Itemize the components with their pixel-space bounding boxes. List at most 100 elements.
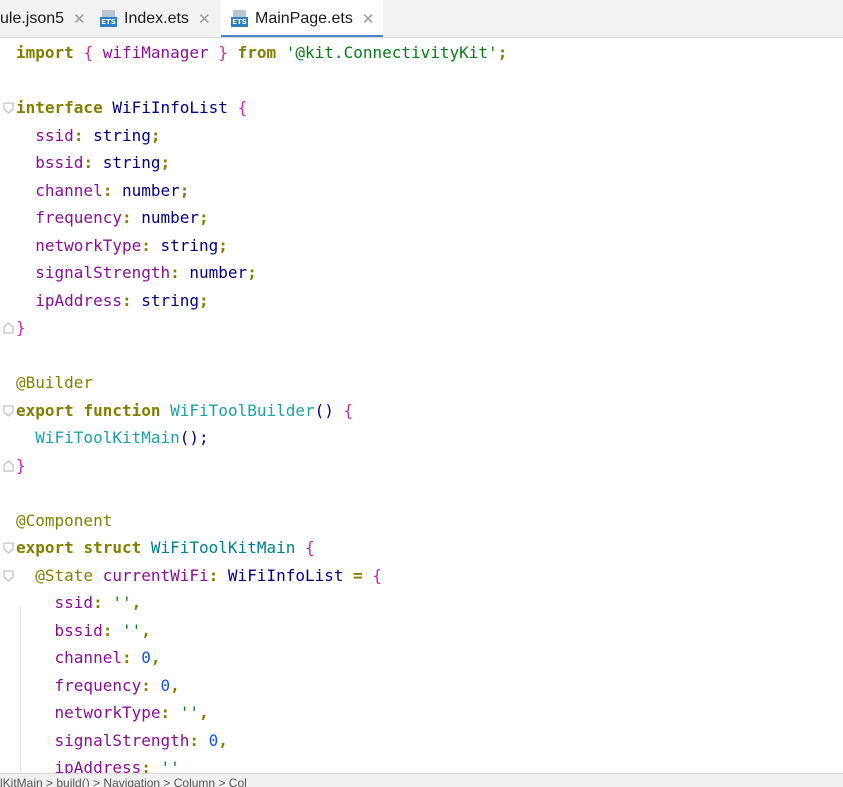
fold-close-icon[interactable]	[3, 459, 14, 472]
fold-open-icon[interactable]	[3, 542, 14, 554]
code-token: {	[83, 43, 94, 62]
code-token: currentWiFi	[93, 565, 209, 585]
tab-label: MainPage.ets	[255, 9, 353, 27]
code-line[interactable]: bssid: '',	[16, 617, 151, 644]
tab-module-json5[interactable]: ule.json5 ✕	[0, 0, 88, 37]
code-line[interactable]: interface WiFiInfoList {	[16, 94, 247, 121]
code-token: :	[170, 263, 190, 282]
code-line[interactable]: channel: number;	[16, 177, 189, 204]
code-token: ,	[141, 620, 151, 640]
code-token: :	[160, 703, 180, 722]
tab-mainpage-ets[interactable]: ETS MainPage.ets ✕	[221, 0, 383, 37]
code-token: string	[160, 235, 219, 255]
fold-close-icon[interactable]	[3, 322, 14, 334]
code-token: string	[141, 290, 200, 310]
code-token: struct	[83, 538, 142, 557]
code-line[interactable]: ssid: string;	[16, 122, 161, 149]
code-token: :	[141, 758, 161, 773]
breadcrumb[interactable]: lKitMain > build() > Navigation > Column…	[0, 776, 247, 787]
fold-open-icon[interactable]	[3, 102, 14, 114]
code-token: }	[218, 43, 228, 62]
code-token: ipAddress	[16, 290, 122, 310]
code-token: ''	[112, 593, 132, 612]
ets-file-icon: ETS	[231, 10, 248, 27]
code-token: ;	[497, 43, 508, 62]
code-token: :	[141, 235, 161, 255]
tab-index-ets[interactable]: ETS Index.ets ✕	[100, 0, 218, 37]
code-token: function	[83, 400, 161, 420]
code-token: =	[343, 565, 373, 585]
code-token: ,	[170, 675, 180, 695]
code-token: number	[121, 180, 180, 200]
code-token: :	[141, 675, 161, 695]
code-token: ;	[150, 125, 161, 145]
code-token: :	[121, 208, 142, 227]
code-line[interactable]: }	[16, 314, 26, 341]
code-token: ''	[160, 758, 180, 773]
code-token: bssid	[16, 153, 84, 172]
code-token: interface	[16, 98, 103, 117]
code-line[interactable]: @Component	[16, 507, 112, 534]
code-line[interactable]: export struct WiFiToolKitMain {	[16, 534, 315, 561]
code-token: export	[16, 400, 74, 420]
code-line[interactable]: networkType: '',	[16, 699, 209, 726]
close-icon[interactable]: ✕	[198, 10, 211, 28]
code-token: 0	[141, 648, 151, 667]
code-token: WiFiInfoList	[102, 98, 238, 117]
code-token: ;	[179, 180, 190, 200]
code-line[interactable]: bssid: string;	[16, 149, 170, 176]
code-token: ()	[314, 400, 344, 420]
code-token: ssid	[16, 125, 74, 145]
code-token: 0	[208, 730, 219, 750]
code-token: @Component	[16, 510, 113, 530]
code-token: }	[16, 455, 26, 475]
code-token: number	[189, 263, 248, 282]
code-token: ,	[131, 593, 142, 612]
code-line[interactable]: frequency: 0,	[16, 672, 180, 699]
code-line[interactable]: @Builder	[16, 369, 93, 396]
code-line[interactable]: import { wifiManager } from '@kit.Connec…	[16, 39, 507, 66]
code-editor[interactable]: import { wifiManager } from '@kit.Connec…	[0, 38, 843, 773]
code-line[interactable]: ssid: '',	[16, 589, 142, 616]
close-icon[interactable]: ✕	[73, 10, 86, 28]
code-token: string	[102, 153, 161, 172]
code-token: :	[121, 290, 142, 310]
code-token: number	[141, 208, 200, 227]
code-line[interactable]: export function WiFiToolBuilder() {	[16, 397, 353, 424]
code-token: frequency	[16, 208, 122, 227]
code-token: ,	[150, 648, 161, 667]
code-token: :	[102, 180, 122, 200]
code-token: ();	[179, 428, 209, 447]
code-token: WiFiToolKitMain	[141, 538, 305, 557]
code-token: bssid	[16, 620, 103, 640]
code-line[interactable]: channel: 0,	[16, 644, 161, 671]
code-token: ,	[199, 703, 209, 722]
code-line[interactable]: }	[16, 452, 26, 479]
code-token: ssid	[16, 593, 94, 612]
code-line[interactable]: ipAddress: string;	[16, 287, 209, 314]
code-line[interactable]: signalStrength: 0,	[16, 727, 228, 754]
code-token: ;	[199, 290, 209, 310]
code-line[interactable]: ipAddress: ''	[16, 754, 180, 773]
code-line[interactable]: networkType: string;	[16, 232, 228, 259]
tab-label: ule.json5	[0, 9, 65, 27]
code-line[interactable]: frequency: number;	[16, 204, 208, 231]
code-token: channel	[16, 648, 122, 667]
fold-open-icon[interactable]	[3, 570, 14, 582]
code-line[interactable]: WiFiToolKitMain();	[16, 424, 209, 451]
code-token: ;	[160, 153, 171, 172]
editor-tab-bar: ule.json5 ✕ ETS Index.ets ✕ ETS MainPage…	[0, 0, 843, 38]
code-token: :	[73, 125, 94, 145]
code-line[interactable]: signalStrength: number;	[16, 259, 257, 286]
code-token: WiFiInfoList	[227, 565, 344, 585]
code-token: WiFiToolKitMain	[16, 428, 180, 447]
code-token: WiFiToolBuilder	[170, 400, 315, 420]
fold-open-icon[interactable]	[3, 405, 14, 417]
close-icon[interactable]: ✕	[362, 10, 375, 28]
code-token: signalStrength	[16, 730, 190, 750]
code-line[interactable]: @State currentWiFi: WiFiInfoList = {	[16, 562, 382, 589]
